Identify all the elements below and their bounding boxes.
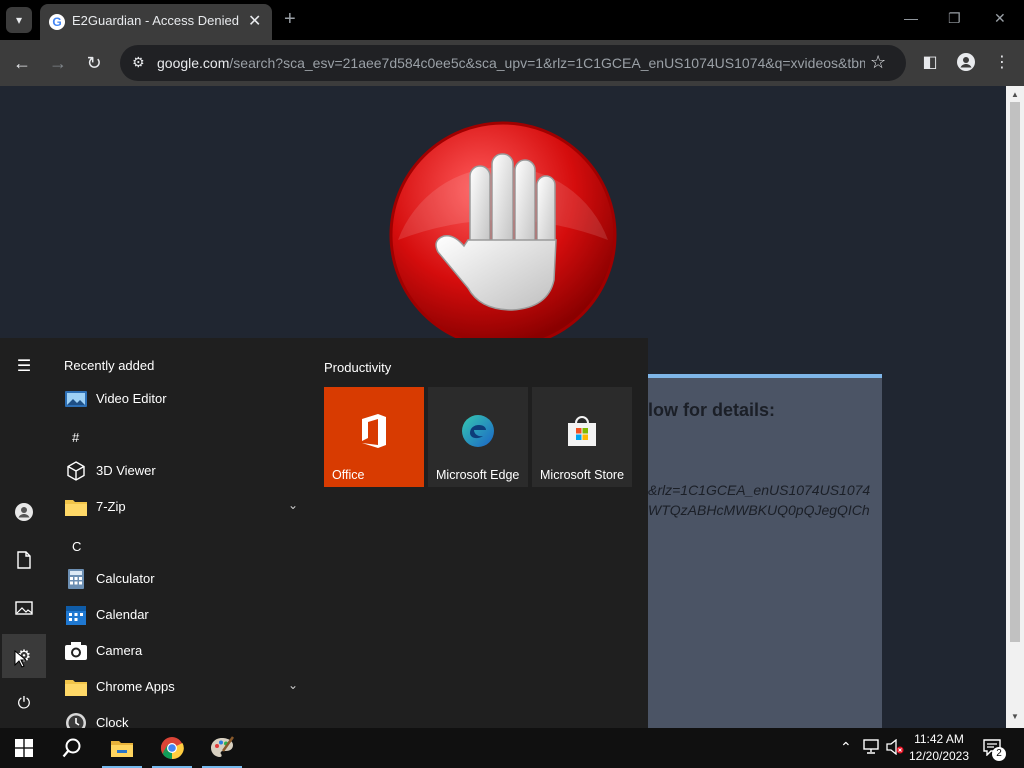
active-tab[interactable]: G E2Guardian - Access Denied ✕ (40, 4, 272, 40)
calculator-icon (64, 567, 88, 591)
clock-time[interactable]: 11:42 AM (900, 732, 978, 746)
list-item-video-editor[interactable]: Video Editor (48, 381, 308, 417)
back-icon[interactable]: ← (9, 50, 35, 76)
recently-added-label: Recently added (64, 358, 155, 373)
hamburger-menu-icon[interactable]: ☰ (2, 344, 46, 388)
url-path: /search?sca_esv=21aee7d584c0ee5c&sca_upv… (229, 55, 865, 71)
app-label: Clock (96, 715, 129, 728)
list-item-calendar[interactable]: Calendar (48, 597, 308, 633)
search-button[interactable] (48, 728, 96, 768)
list-item-7zip[interactable]: 7-Zip ⌄ (48, 489, 308, 525)
folder-icon (64, 675, 88, 699)
folder-icon (64, 495, 88, 519)
scroll-up-arrow-icon[interactable]: ▲ (1011, 90, 1019, 99)
office-icon (354, 411, 394, 451)
app-label: Calendar (96, 607, 149, 622)
camera-icon (64, 639, 88, 663)
windows-logo-icon (15, 739, 33, 757)
start-menu: ☰ ⚙ ⏻ Recently added Video Editor # 3D V… (0, 338, 648, 728)
side-panel-icon[interactable]: ◧ (918, 50, 942, 74)
forward-icon[interactable]: → (45, 50, 71, 76)
minimize-icon[interactable]: — (904, 10, 918, 26)
scroll-down-arrow-icon[interactable]: ▼ (1011, 712, 1019, 721)
notification-count-badge: 2 (992, 747, 1006, 761)
edge-icon (458, 411, 498, 451)
tile-label: Microsoft Edge (436, 468, 520, 482)
tile-group-label[interactable]: Productivity (324, 360, 391, 375)
details-heading: low for details: (648, 400, 776, 420)
list-item-camera[interactable]: Camera (48, 633, 308, 669)
video-editor-icon (64, 387, 88, 411)
window-close-icon[interactable]: ✕ (994, 10, 1006, 27)
chevron-down-icon[interactable]: ⌄ (288, 678, 298, 692)
search-icon (62, 738, 81, 758)
reload-icon[interactable]: ↻ (81, 50, 107, 76)
network-icon[interactable] (862, 739, 880, 758)
user-account-icon[interactable] (2, 490, 46, 534)
file-explorer-icon (111, 741, 133, 757)
paint-palette-icon (211, 736, 235, 757)
details-url-line: &rlz=1C1GCEA_enUS1074US1074 (648, 482, 871, 498)
details-box: low for details: &rlz=1C1GCEA_enUS1074US… (648, 374, 882, 728)
page-scrollbar[interactable]: ▲ ▼ (1006, 86, 1024, 728)
address-bar[interactable]: ⚙ google.com/search?sca_esv=21aee7d584c0… (120, 45, 906, 81)
documents-icon[interactable] (2, 538, 46, 582)
stop-hand-icon (389, 121, 617, 349)
tab-title: E2Guardian - Access Denied (72, 13, 239, 28)
app-label: 3D Viewer (96, 463, 156, 478)
tile-office[interactable]: Office (324, 387, 424, 487)
app-label: Calculator (96, 571, 155, 586)
app-label: Video Editor (96, 391, 167, 406)
app-label: Camera (96, 643, 143, 658)
clock-icon (64, 711, 88, 728)
clock-date[interactable]: 12/20/2023 (900, 749, 978, 763)
mouse-cursor-icon (14, 650, 26, 668)
file-explorer-button[interactable] (98, 728, 146, 768)
start-rail: ☰ ⚙ ⏻ (0, 338, 48, 728)
list-item-3d-viewer[interactable]: 3D Viewer (48, 453, 308, 489)
details-url-line: WTQzABHcMWBKUQ0pQJegQICh (648, 502, 870, 518)
pictures-icon[interactable] (2, 586, 46, 630)
app-list[interactable]: Recently added Video Editor # 3D Viewer … (48, 338, 314, 728)
url-host: google.com (157, 55, 230, 71)
profile-icon[interactable] (954, 50, 978, 74)
store-bag-icon (562, 411, 602, 451)
chevron-up-icon[interactable]: ⌃ (840, 739, 852, 756)
tab-close-icon[interactable]: ✕ (248, 11, 261, 31)
browser-toolbar: ← → ↻ ⚙ google.com/search?sca_esv=21aee7… (0, 40, 1024, 86)
power-icon[interactable]: ⏻ (2, 682, 46, 726)
taskbar: ⌃ 11:42 AM 12/20/2023 2 (0, 728, 1024, 768)
chrome-icon (161, 737, 184, 760)
app-label: Chrome Apps (96, 679, 175, 694)
chevron-down-icon[interactable]: ⌄ (288, 498, 298, 512)
scroll-thumb[interactable] (1010, 102, 1020, 642)
cube-icon (64, 459, 88, 483)
app-label: 7-Zip (96, 499, 126, 514)
tile-microsoft-edge[interactable]: Microsoft Edge (428, 387, 528, 487)
windows-start-button[interactable] (0, 728, 48, 768)
list-item-calculator[interactable]: Calculator (48, 561, 308, 597)
google-favicon-icon: G (49, 14, 65, 30)
restore-icon[interactable]: ❐ (948, 10, 961, 27)
list-item-clock[interactable]: Clock (48, 705, 308, 728)
chrome-taskbar-button[interactable] (148, 728, 196, 768)
tile-microsoft-store[interactable]: Microsoft Store (532, 387, 632, 487)
chrome-menu-icon[interactable]: ⋮ (990, 50, 1014, 74)
list-item-chrome-apps[interactable]: Chrome Apps ⌄ (48, 669, 308, 705)
calendar-icon (64, 603, 88, 627)
site-info-icon[interactable]: ⚙ (132, 54, 145, 71)
tile-label: Microsoft Store (540, 468, 625, 482)
letter-header[interactable]: # (72, 430, 79, 445)
tab-search-button[interactable]: ▾ (6, 7, 32, 33)
url-text[interactable]: google.com/search?sca_esv=21aee7d584c0ee… (157, 55, 865, 71)
letter-header[interactable]: C (72, 539, 81, 554)
tab-strip: ▾ G E2Guardian - Access Denied ✕ + — ❐ ✕ (0, 0, 1024, 40)
paint-taskbar-button[interactable] (198, 728, 246, 768)
new-tab-button[interactable]: + (284, 8, 296, 31)
bookmark-star-icon[interactable]: ☆ (870, 52, 886, 73)
tile-label: Office (332, 468, 365, 482)
